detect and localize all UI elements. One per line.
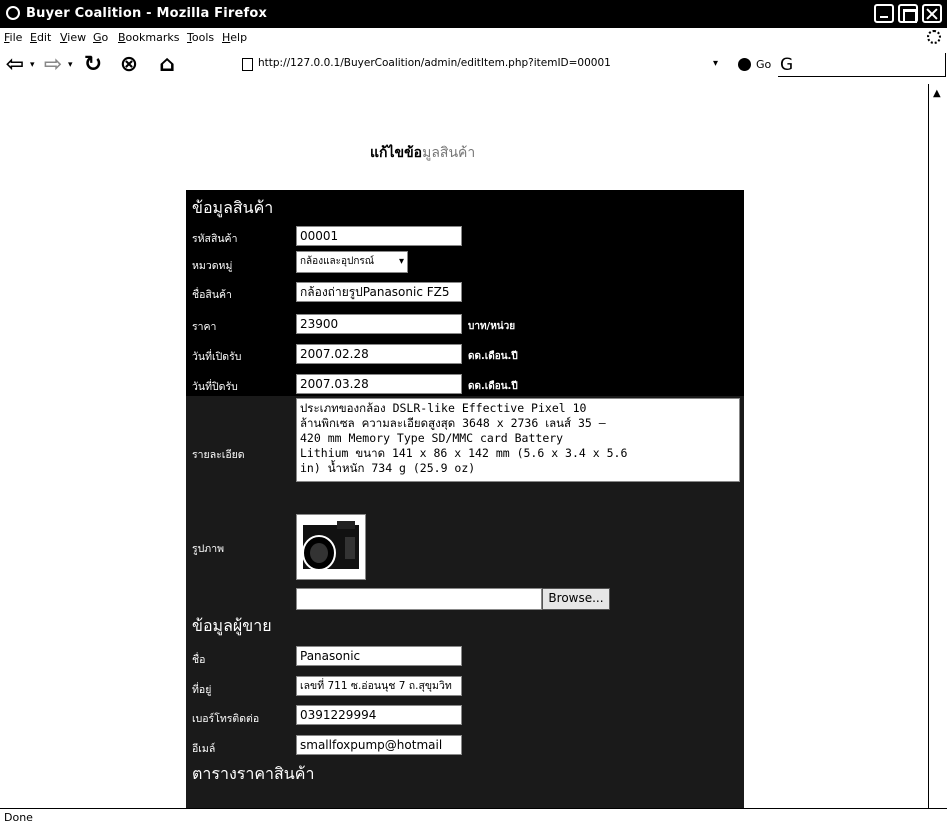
detail-line: ประเภทของกล้อง DSLR-like Effective Pixel…	[300, 401, 587, 415]
status-bar: Done	[0, 808, 947, 826]
seller-address-field[interactable]: เลขที่ 711 ซ.อ่อนนุช 7 ถ.สุขุมวิท	[296, 676, 462, 696]
close-date-label: วันที่ปิดรับ	[192, 381, 238, 393]
seller-address-label: ที่อยู่	[192, 684, 212, 696]
status-text: Done	[4, 811, 33, 824]
category-select[interactable]: กล้องและอุปกรณ์ ▾	[296, 251, 408, 273]
detail-line: Lithium ขนาด 141 x 86 x 142 mm (5.6 x 3.…	[300, 446, 628, 460]
price-unit: บาท/หน่วย	[468, 321, 516, 332]
page-title-faded: มูลสินค้า	[422, 145, 476, 161]
open-date-field[interactable]: 2007.02.28	[296, 344, 462, 364]
detail-line: in) น้ำหนัก 734 g (25.9 oz)	[300, 461, 476, 475]
category-value: กล้องและอุปกรณ์	[300, 256, 375, 267]
product-photo	[296, 514, 366, 580]
chevron-down-icon: ▾	[398, 256, 404, 267]
detail-line: 420 mm Memory Type SD/MMC card Battery	[300, 431, 564, 445]
image-file-input[interactable]	[296, 588, 542, 610]
price-label: ราคา	[192, 321, 217, 333]
price-field[interactable]: 23900	[296, 314, 462, 334]
go-button[interactable]: Go	[756, 58, 771, 71]
maximize-button[interactable]	[898, 4, 918, 23]
seller-name-label: ชื่อ	[192, 654, 206, 666]
scroll-up-icon[interactable]: ▲	[933, 88, 941, 99]
page-icon	[242, 58, 253, 71]
menu-file[interactable]: File	[4, 31, 22, 44]
url-input[interactable]: http://127.0.0.1/BuyerCoalition/admin/ed…	[258, 57, 611, 69]
seller-section-title: ข้อมูลผู้ขาย	[192, 616, 272, 635]
item-name-label: ชื่อสินค้า	[192, 289, 232, 301]
menu-view[interactable]: View	[60, 31, 86, 44]
menu-go[interactable]: Go	[93, 31, 108, 44]
seller-name-field[interactable]: Panasonic	[296, 646, 462, 666]
stop-icon[interactable]: ⊗	[118, 54, 140, 76]
product-section-title: ข้อมูลสินค้า	[192, 198, 274, 217]
detail-label: รายละเอียด	[192, 449, 245, 461]
page-content: แก้ไขข้อมูลสินค้า ข้อมูลสินค้า รหัสสินค้…	[0, 84, 928, 808]
open-date-label: วันที่เปิดรับ	[192, 351, 242, 363]
open-date-format: ดด.เดือน.ปี	[468, 351, 518, 362]
item-id-label: รหัสสินค้า	[192, 233, 238, 245]
menu-bookmarks[interactable]: Bookmarks	[118, 31, 179, 44]
menu-bar: File Edit View Go Bookmarks Tools Help	[0, 28, 947, 48]
menu-help[interactable]: Help	[222, 31, 247, 44]
seller-phone-field[interactable]: 0391229994	[296, 705, 462, 725]
forward-icon[interactable]: ⇨	[42, 54, 64, 76]
google-icon: G	[780, 55, 794, 75]
close-date-field[interactable]: 2007.03.28	[296, 374, 462, 394]
page-title-bold: แก้ไขข้อ	[370, 145, 423, 161]
detail-textarea[interactable]: ประเภทของกล้อง DSLR-like Effective Pixel…	[296, 398, 740, 482]
home-icon[interactable]: ⌂	[156, 54, 178, 76]
seller-phone-label: เบอร์โทรติดต่อ	[192, 713, 260, 725]
detail-line: ล้านพิกเซล ความละเอียดสูงสุด 3648 x 2736…	[300, 416, 606, 430]
throbber-icon	[927, 30, 941, 44]
go-icon[interactable]	[738, 58, 751, 71]
seller-email-label: อีเมล์	[192, 743, 216, 755]
item-id-field[interactable]: 00001	[296, 226, 462, 246]
image-label: รูปภาพ	[192, 543, 225, 555]
back-dropdown-icon[interactable]: ▾	[30, 60, 35, 70]
menu-tools[interactable]: Tools	[187, 31, 214, 44]
forward-dropdown-icon[interactable]: ▾	[68, 60, 73, 70]
vertical-scrollbar[interactable]: ▲	[928, 84, 947, 808]
category-label: หมวดหมู่	[192, 260, 233, 272]
browse-button[interactable]: Browse...	[542, 588, 610, 610]
reload-icon[interactable]: ↻	[82, 54, 104, 76]
page-title: แก้ไขข้อมูลสินค้า	[370, 142, 475, 164]
title-bar: Buyer Coalition - Mozilla Firefox	[0, 0, 947, 28]
seller-email-field[interactable]: smallfoxpump@hotmail	[296, 735, 462, 755]
menu-edit[interactable]: Edit	[30, 31, 51, 44]
firefox-icon	[6, 6, 20, 20]
close-button[interactable]	[922, 4, 942, 23]
close-date-format: ดด.เดือน.ปี	[468, 381, 518, 392]
price-table-section-title: ตารางราคาสินค้า	[192, 764, 315, 783]
back-icon[interactable]: ⇦	[4, 54, 26, 76]
search-input[interactable]: G	[778, 53, 946, 77]
minimize-button[interactable]	[874, 4, 894, 23]
window-title: Buyer Coalition - Mozilla Firefox	[26, 6, 268, 21]
navigation-toolbar: ⇦ ▾ ⇨ ▾ ↻ ⊗ ⌂ http://127.0.0.1/BuyerCoal…	[0, 48, 947, 82]
camera-icon	[302, 521, 359, 571]
url-dropdown-icon[interactable]: ▾	[713, 58, 718, 69]
item-name-field[interactable]: กล้องถ่ายรูปPanasonic FZ5	[296, 282, 462, 302]
